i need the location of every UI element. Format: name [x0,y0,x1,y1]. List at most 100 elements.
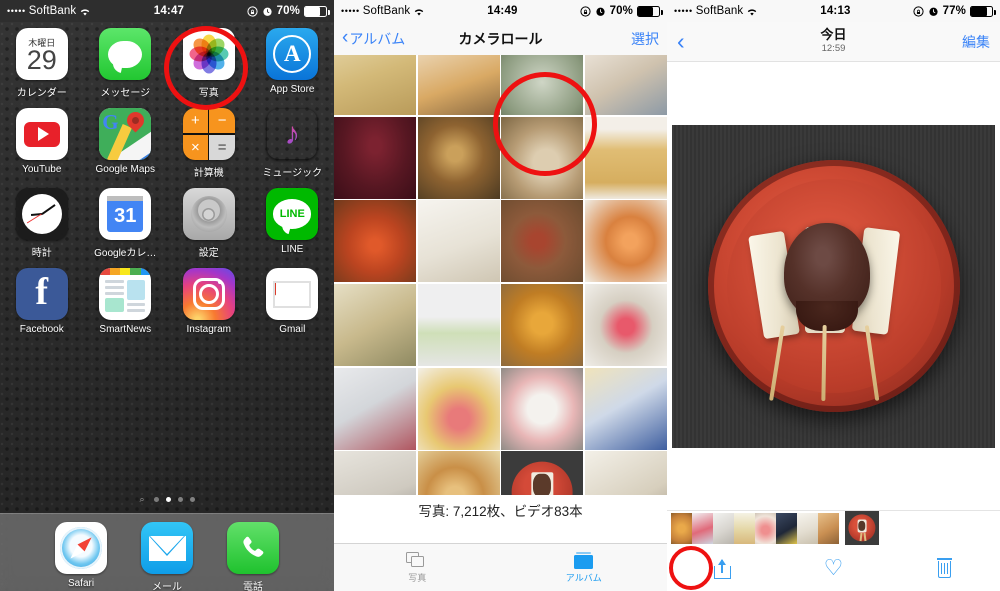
photo-time: 12:59 [821,43,846,54]
tab-photos[interactable]: 写真 [334,544,501,591]
status-bar-time: 14:13 [820,5,851,17]
grid-cell[interactable] [417,116,500,199]
dock-item-phone[interactable]: 電話 [227,522,279,591]
grid-cell[interactable] [584,367,667,450]
grid-cell[interactable] [501,200,584,283]
edit-button[interactable]: 編集 [962,32,990,52]
filmstrip-thumb[interactable] [755,512,776,544]
photo-stage[interactable] [667,62,1000,510]
battery-icon [970,5,996,17]
battery-icon [304,5,330,17]
share-button[interactable] [667,558,778,579]
page-dot[interactable] [177,497,183,502]
grid-cell[interactable] [334,451,417,495]
tab-albums[interactable]: アルバム [501,544,668,591]
grid-cell[interactable] [501,55,584,116]
filmstrip-thumb[interactable] [818,512,839,544]
app-settings[interactable]: 設定 [167,188,251,259]
facebook-icon: f [15,268,68,320]
grid-cell[interactable] [584,200,667,283]
grid-cell[interactable] [584,451,667,495]
chevron-left-icon: ‹ [342,27,349,48]
app-googlemaps[interactable]: G Google Maps [84,108,168,179]
navigation-bar: ‹ アルバム カメラロール 選択 [334,22,667,55]
signal-dots: ••••• [7,6,26,16]
googlemaps-glyph: G [102,110,119,134]
select-button[interactable]: 選択 [631,29,659,49]
grid-cell[interactable] [334,367,417,450]
delete-button[interactable] [889,557,1000,579]
app-photos[interactable]: 写真 [167,28,251,99]
dock-item-mail[interactable]: メール [141,522,193,591]
grid-cell[interactable] [584,116,667,199]
app-googlecalendar[interactable]: 31 Googleカレ… [84,188,168,259]
grid-cell[interactable] [334,116,417,199]
photo-filmstrip[interactable] [667,510,1000,545]
photo-grid-scroll[interactable] [334,55,667,495]
app-gmail[interactable]: Gmail [251,268,335,335]
status-bar-left: ••••• SoftBank [341,5,425,17]
app-appstore[interactable]: A App Store [251,28,335,99]
app-label: 計算機 [193,168,224,179]
grid-cell[interactable] [417,283,500,366]
app-clock[interactable]: 時計 [0,188,84,259]
grid-cell[interactable] [417,451,500,495]
filmstrip-thumb-selected[interactable] [845,511,879,545]
calendar-daynumber: 29 [26,45,57,76]
status-bar-time: 14:49 [487,5,518,17]
app-label: 写真 [198,88,219,99]
calc-key-minus: − [209,108,235,134]
dock-item-safari[interactable]: Safari [55,522,107,589]
grid-cell[interactable] [501,451,584,495]
filmstrip-thumb[interactable] [776,512,797,544]
main-photo[interactable] [672,124,995,448]
grid-cell[interactable] [334,55,417,116]
calc-key-plus: + [182,108,209,134]
filmstrip-thumb[interactable] [713,512,734,544]
calendar-icon: 木曜日 29 [15,28,68,80]
app-youtube[interactable]: YouTube [0,108,84,179]
app-smartnews[interactable]: SmartNews [84,268,168,335]
grid-cell[interactable] [417,55,500,116]
rotation-lock-icon [580,5,591,17]
photo-viewer-panel: ••••• SoftBank 14:13 77% ‹ 今日 12:59 編集 ♡ [667,0,1000,591]
app-calendar[interactable]: 木曜日 29 カレンダー [0,28,84,99]
grid-cell[interactable] [501,367,584,450]
grid-cell[interactable] [501,283,584,366]
share-icon [714,558,731,579]
app-label: カレンダー [16,88,67,99]
googlemaps-icon: G [99,108,152,160]
search-icon[interactable]: ⌕ [139,494,144,505]
grid-cell[interactable] [584,283,667,366]
filmstrip-thumb[interactable] [734,512,755,544]
grid-cell[interactable] [501,116,584,199]
googlecalendar-icon: 31 [99,188,152,240]
grid-cell[interactable] [334,200,417,283]
favorite-button[interactable]: ♡ [778,557,889,579]
app-messages[interactable]: メッセージ [84,28,168,99]
grid-cell[interactable] [584,55,667,116]
grid-cell[interactable] [417,367,500,450]
photo-toolbar: ♡ [667,545,1000,591]
grid-cell[interactable] [334,283,417,366]
filmstrip-thumb[interactable] [671,512,692,544]
filmstrip-thumb[interactable] [692,512,713,544]
app-music[interactable]: ♪ ミュージック [251,108,335,179]
alarm-clock-icon [262,6,273,17]
app-label: Google Maps [95,164,155,175]
app-instagram[interactable]: Instagram [167,268,251,335]
carrier-label: SoftBank [28,5,77,17]
app-line[interactable]: LINE LINE [251,188,335,259]
back-button[interactable]: ‹ [677,30,685,53]
app-label: LINE [281,244,304,255]
app-facebook[interactable]: f Facebook [0,268,84,335]
back-to-albums-button[interactable]: ‹ アルバム [342,27,405,49]
page-dot[interactable] [189,497,195,502]
page-dot-active[interactable] [165,497,171,502]
filmstrip-thumb[interactable] [797,512,818,544]
app-label: Gmail [279,324,306,335]
photo-date-header: 今日 12:59 [667,27,1000,55]
grid-cell[interactable] [417,200,500,283]
app-calculator[interactable]: + − × = 計算機 [167,108,251,179]
page-dot[interactable] [153,497,159,502]
